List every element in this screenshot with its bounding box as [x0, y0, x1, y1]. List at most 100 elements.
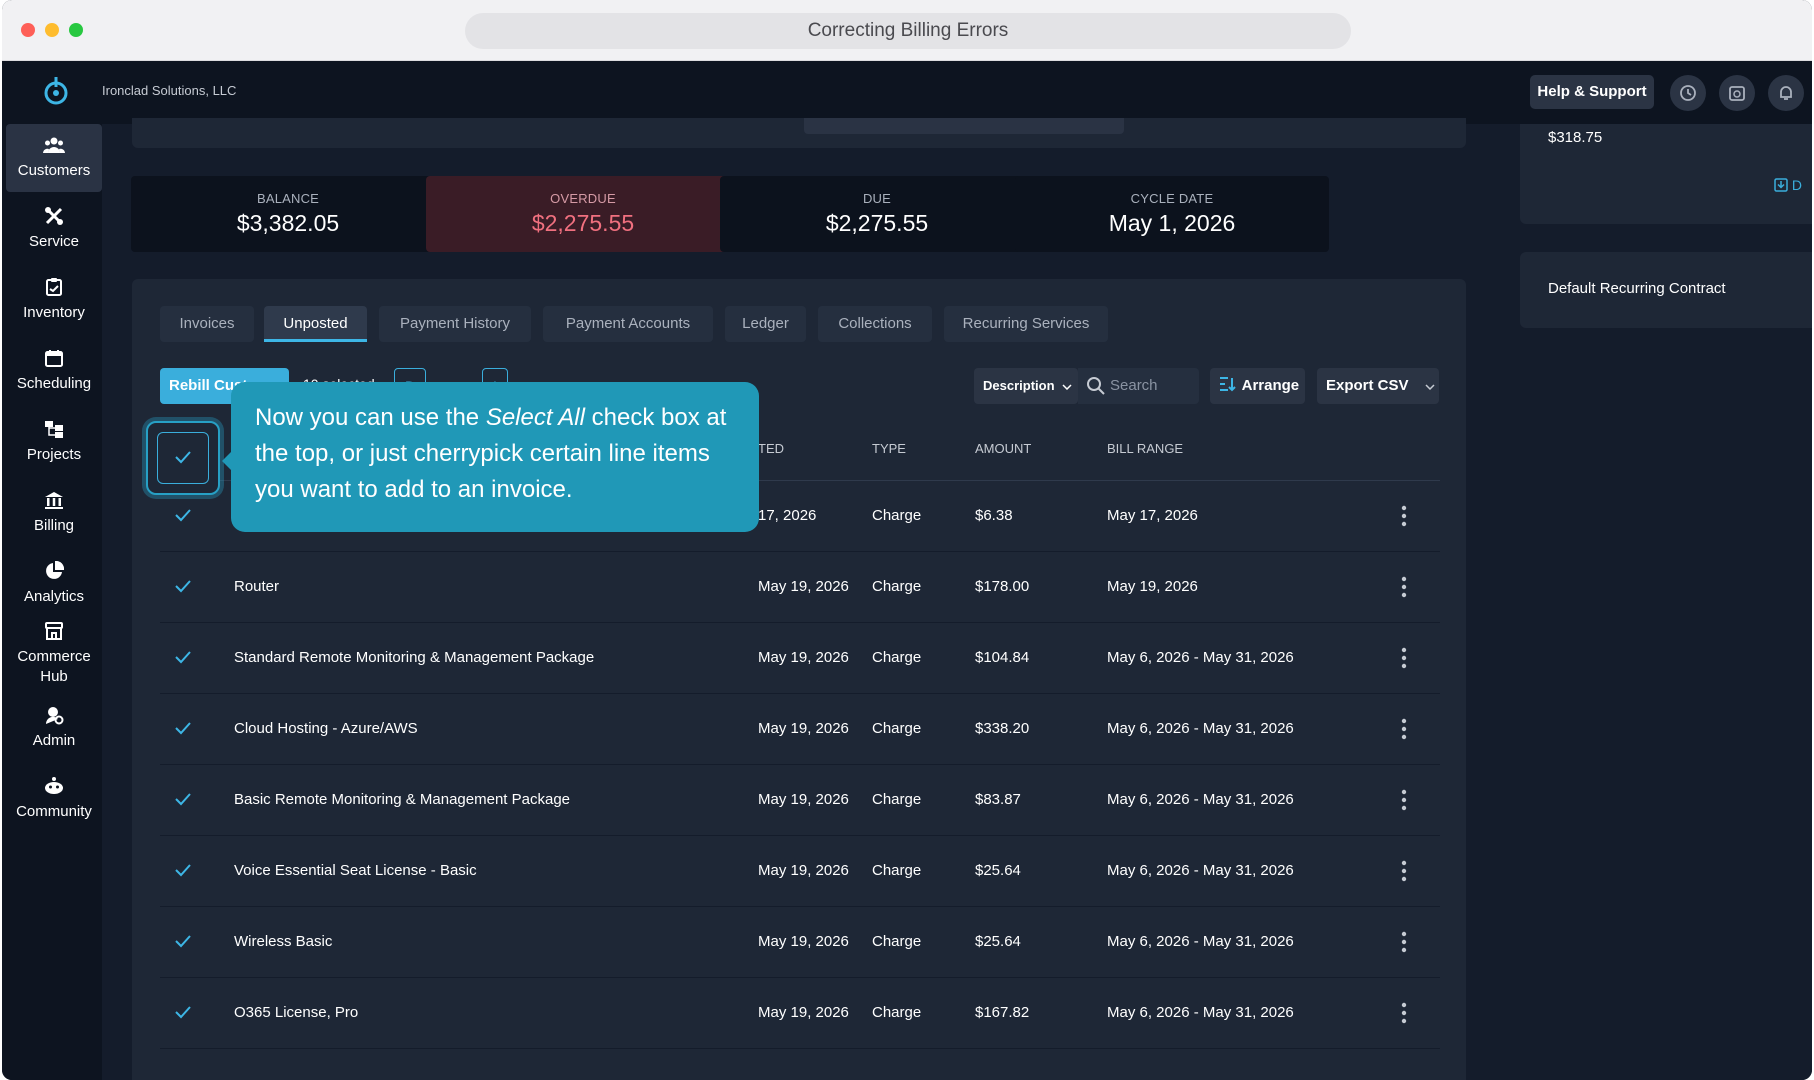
sidebar-item-community[interactable]: Community — [6, 765, 102, 833]
cell-amount: $83.87 — [975, 791, 1021, 808]
cell-posted: May 19, 2026 — [758, 649, 849, 666]
storefront-icon — [45, 622, 63, 640]
checkmark-icon[interactable] — [174, 861, 192, 879]
cell-type: Charge — [872, 507, 922, 524]
kpi-value: $2,275.55 — [531, 210, 635, 236]
sidebar-item-analytics[interactable]: Analytics — [6, 550, 102, 618]
sidebar-item-admin[interactable]: Admin — [6, 694, 102, 762]
select-all-highlight[interactable] — [146, 421, 220, 495]
cell-type: Charge — [872, 578, 922, 595]
table-row[interactable]: Standard Remote Monitoring & Management … — [160, 623, 1440, 694]
sidebar-item-commerce-hub[interactable]: Commerce Hub — [6, 614, 102, 694]
help-support-button[interactable]: Help & Support — [1530, 75, 1654, 109]
customers-icon — [43, 137, 65, 153]
select-all-checkbox[interactable] — [157, 432, 209, 484]
timer-icon — [1729, 86, 1745, 101]
more-options-icon[interactable] — [1401, 1002, 1407, 1024]
close-window-button[interactable] — [21, 23, 35, 37]
kpi-label: DUE — [862, 191, 892, 206]
checkmark-icon[interactable] — [174, 719, 192, 737]
tab-payment-accounts[interactable]: Payment Accounts — [543, 306, 713, 342]
tab-payment-history[interactable]: Payment History — [379, 306, 531, 342]
more-options-icon[interactable] — [1401, 789, 1407, 811]
cell-type: Charge — [872, 1004, 922, 1021]
cell-bill-range: May 19, 2026 — [1107, 578, 1198, 595]
cycle-date-card: CYCLE DATE May 1, 2026 — [1015, 176, 1329, 252]
history-button[interactable] — [1670, 75, 1706, 111]
header-amount[interactable]: AMOUNT — [975, 441, 1031, 456]
header-bill-range[interactable]: BILL RANGE — [1107, 441, 1183, 456]
cell-amount: $25.64 — [975, 862, 1021, 879]
tooltip-emphasis: Select All — [485, 404, 585, 431]
checkmark-icon[interactable] — [174, 506, 192, 524]
cell-amount: $167.82 — [975, 1004, 1030, 1021]
table-row[interactable]: Cloud Hosting - Azure/AWS May 19, 2026 C… — [160, 694, 1440, 765]
sidebar-item-scheduling[interactable]: Scheduling — [6, 337, 102, 405]
app-logo-icon[interactable] — [42, 75, 70, 109]
tab-invoices[interactable]: Invoices — [160, 306, 254, 342]
checkmark-icon[interactable] — [174, 577, 192, 595]
table-row[interactable]: O365 License, Pro May 19, 2026 Charge $1… — [160, 978, 1440, 1049]
subtab-billing-selected[interactable] — [804, 118, 1124, 134]
arrange-button[interactable]: Arrange — [1210, 368, 1305, 404]
chevron-down-icon — [1062, 384, 1072, 391]
more-options-icon[interactable] — [1401, 931, 1407, 953]
contract-name: Default Recurring Contract — [1548, 280, 1726, 297]
chevron-down-icon — [1425, 384, 1435, 391]
table-row[interactable]: Router May 19, 2026 Charge $178.00 May 1… — [160, 552, 1440, 623]
minimize-window-button[interactable] — [45, 23, 59, 37]
service-icon — [45, 207, 63, 225]
sidebar-item-label: Service — [28, 233, 80, 250]
customer-side-panel: $318.75 D Default Recurring Contract — [1492, 124, 1812, 1080]
more-options-icon[interactable] — [1401, 647, 1407, 669]
walkthrough-tooltip: Now you can use the Select All check box… — [222, 382, 759, 532]
sidebar-item-label: Projects — [26, 446, 82, 463]
more-options-icon[interactable] — [1401, 505, 1407, 527]
tab-recurring-services[interactable]: Recurring Services — [944, 306, 1108, 342]
sidebar-item-inventory[interactable]: Inventory — [6, 266, 102, 334]
table-row[interactable]: Basic Remote Monitoring & Management Pac… — [160, 765, 1440, 836]
customer-subtabs[interactable] — [132, 118, 1466, 148]
export-csv-button[interactable]: Export CSV — [1317, 368, 1439, 404]
tooltip-text-before: Now you can use the — [255, 404, 486, 431]
header-type[interactable]: TYPE — [872, 441, 906, 456]
timer-button[interactable] — [1719, 75, 1755, 111]
cell-posted: May 19, 2026 — [758, 862, 849, 879]
cell-type: Charge — [872, 862, 922, 879]
checkmark-icon[interactable] — [174, 648, 192, 666]
header-posted[interactable]: TED — [758, 441, 784, 456]
arrange-icon — [1220, 377, 1236, 392]
tab-ledger[interactable]: Ledger — [725, 306, 806, 342]
search-placeholder: Search — [1110, 377, 1158, 394]
table-row[interactable]: Voice Essential Seat License - Basic May… — [160, 836, 1440, 907]
browser-titlebar: Correcting Billing Errors — [2, 0, 1812, 61]
maximize-window-button[interactable] — [69, 23, 83, 37]
tab-unposted[interactable]: Unposted — [264, 306, 367, 342]
checkmark-icon[interactable] — [174, 790, 192, 808]
more-options-icon[interactable] — [1401, 576, 1407, 598]
checkmark-icon[interactable] — [174, 932, 192, 950]
table-row[interactable]: Wireless Basic May 19, 2026 Charge $25.6… — [160, 907, 1440, 978]
cell-description: Voice Essential Seat License - Basic — [234, 862, 477, 879]
sidebar-item-customers[interactable]: Customers — [6, 124, 102, 192]
more-options-icon[interactable] — [1401, 860, 1407, 882]
sidebar-item-service[interactable]: Service — [6, 195, 102, 263]
cell-amount: $178.00 — [975, 578, 1030, 595]
download-link[interactable]: D — [1774, 177, 1802, 193]
sidebar-item-label: Analytics — [23, 588, 85, 605]
cell-description: Router — [234, 578, 280, 595]
sort-by-dropdown[interactable]: Description — [974, 368, 1078, 404]
recurring-contract-card[interactable]: Default Recurring Contract — [1520, 252, 1812, 328]
checkmark-icon[interactable] — [174, 1003, 192, 1021]
sidebar-item-projects[interactable]: Projects — [6, 408, 102, 476]
pie-chart-icon — [46, 561, 64, 579]
cell-posted: May 19, 2026 — [758, 791, 849, 808]
sidebar-item-billing[interactable]: Billing — [6, 479, 102, 547]
cell-bill-range: May 6, 2026 - May 31, 2026 — [1107, 933, 1294, 950]
more-options-icon[interactable] — [1401, 718, 1407, 740]
tab-collections[interactable]: Collections — [818, 306, 932, 342]
cell-description: O365 License, Pro — [234, 1004, 359, 1021]
search-input[interactable]: Search — [1078, 368, 1199, 404]
address-bar[interactable]: Correcting Billing Errors — [465, 13, 1351, 49]
notifications-button[interactable] — [1768, 75, 1804, 111]
